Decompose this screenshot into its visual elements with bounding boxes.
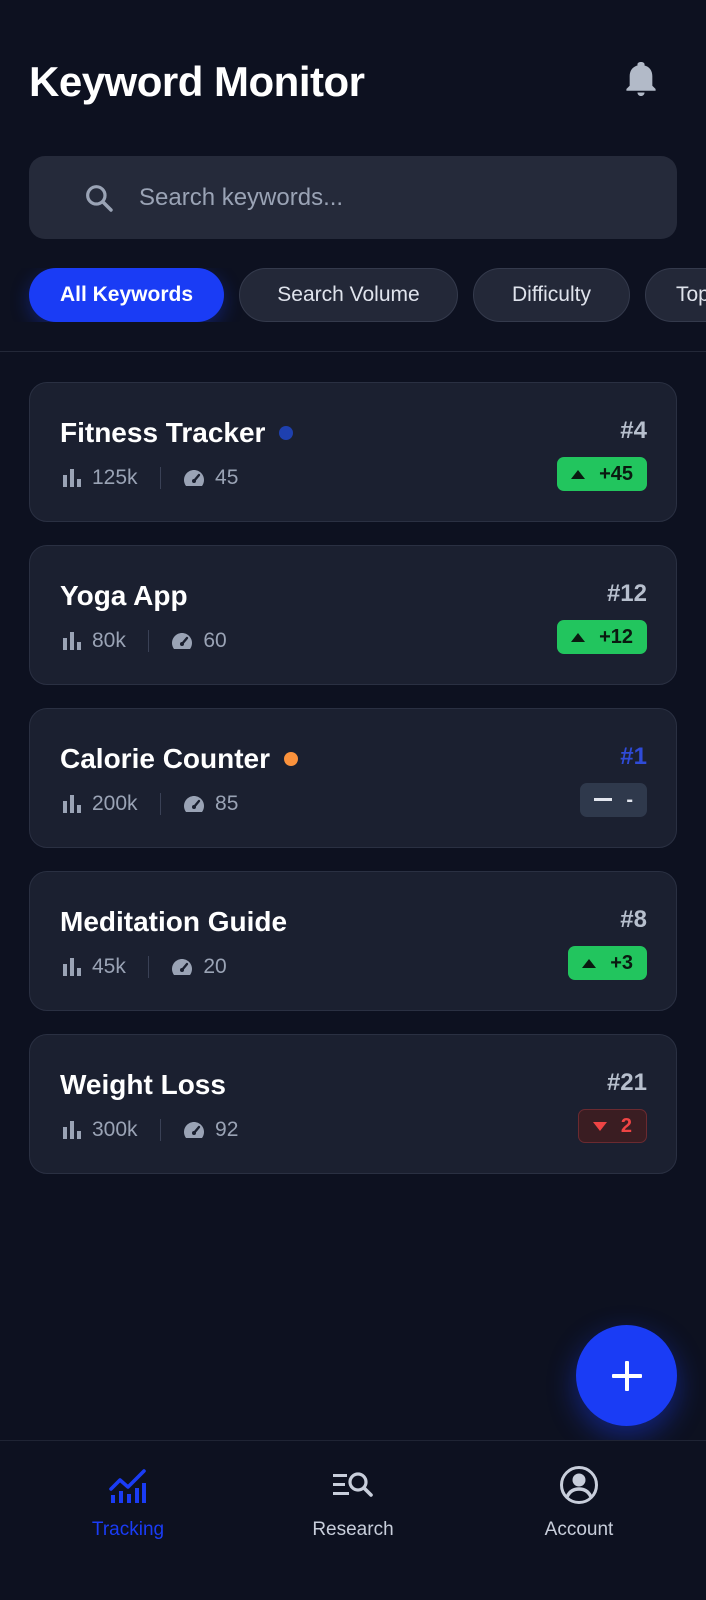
page-title: Keyword Monitor — [29, 58, 365, 105]
app-root: Keyword Monitor All Keywords Search Volu… — [0, 0, 706, 1600]
filter-chip-difficulty[interactable]: Difficulty — [473, 268, 630, 322]
plus-icon — [611, 1360, 642, 1391]
keyword-name: Weight Loss — [60, 1069, 226, 1101]
rank-change-value: - — [626, 788, 633, 811]
notification-button[interactable] — [620, 58, 662, 100]
rank-change-value: 2 — [620, 1114, 632, 1137]
list-search-icon — [333, 1472, 373, 1497]
difficulty-score: 20 — [203, 955, 227, 978]
filter-chips: All Keywords Search Volume Difficulty To… — [0, 268, 706, 322]
bottom-nav: Tracking Research Account — [0, 1440, 706, 1600]
keyword-name-text: Yoga App — [60, 580, 188, 611]
filter-chip-top[interactable]: Top — [645, 268, 706, 322]
search-volume: 80k — [92, 629, 126, 652]
speedometer-icon — [184, 796, 205, 812]
meta-separator — [159, 793, 162, 815]
bar-chart-icon — [63, 1121, 81, 1139]
difficulty-score: 92 — [215, 1118, 239, 1141]
nav-tab-tracking[interactable]: Tracking — [28, 1463, 228, 1563]
difficulty-score: 60 — [203, 629, 227, 652]
chart-line-icon — [109, 1469, 146, 1503]
keyword-name: Meditation Guide — [60, 906, 287, 938]
search-icon — [86, 185, 113, 212]
speedometer-icon — [184, 470, 205, 486]
bar-chart-icon — [63, 632, 81, 650]
search-bar[interactable] — [29, 156, 677, 239]
keyword-meta: 80k 60 — [62, 626, 227, 656]
keyword-name-text: Calorie Counter — [60, 743, 271, 774]
rank-position: #8 — [620, 906, 647, 933]
rank-change-badge: +45 — [557, 457, 647, 491]
keyword-name: Calorie Counter — [60, 743, 299, 775]
add-keyword-button[interactable] — [576, 1325, 677, 1426]
caret-down-icon — [592, 1121, 607, 1131]
speedometer-icon — [184, 1122, 205, 1138]
rank-position: #12 — [606, 580, 647, 607]
keyword-card[interactable]: Calorie Counter 200k 85 #1 - — [29, 708, 677, 848]
keyword-card[interactable]: Weight Loss 300k 92 #21 2 — [29, 1034, 677, 1174]
rank-change-badge: - — [580, 783, 647, 817]
keyword-name-text: Meditation Guide — [60, 906, 288, 937]
keyword-name: Fitness Tracker — [60, 417, 294, 449]
keyword-meta: 300k 92 — [62, 1115, 238, 1145]
search-volume: 125k — [92, 466, 138, 489]
filter-chip-search-volume[interactable]: Search Volume — [239, 268, 458, 322]
search-volume: 45k — [92, 955, 126, 978]
nav-label: Research — [312, 1519, 394, 1540]
rank-change-value: +3 — [610, 951, 633, 974]
filter-chip-all-keywords[interactable]: All Keywords — [29, 268, 224, 322]
keyword-card[interactable]: Fitness Tracker 125k 45 #4 +45 — [29, 382, 677, 522]
caret-up-icon — [571, 632, 586, 642]
search-volume: 200k — [92, 792, 138, 815]
rank-change-badge: 2 — [577, 1109, 647, 1143]
meta-separator — [159, 1119, 162, 1141]
rank-position: #4 — [620, 417, 647, 444]
meta-separator — [147, 630, 150, 652]
search-input[interactable] — [139, 156, 659, 239]
rank-position: #21 — [606, 1069, 647, 1096]
rank-change-badge: +12 — [557, 620, 647, 654]
keyword-name-text: Weight Loss — [60, 1069, 226, 1100]
keyword-name: Yoga App — [60, 580, 188, 612]
bar-chart-icon — [63, 958, 81, 976]
status-dot — [279, 426, 294, 440]
keyword-meta: 200k 85 — [62, 789, 238, 819]
nav-tab-research[interactable]: Research — [253, 1463, 453, 1563]
nav-label: Account — [544, 1519, 614, 1540]
bar-chart-icon — [63, 795, 81, 813]
keyword-meta: 125k 45 — [62, 463, 238, 493]
search-volume: 300k — [92, 1118, 138, 1141]
dash-icon — [594, 798, 613, 801]
meta-separator — [159, 467, 162, 489]
meta-separator — [147, 956, 150, 978]
header: Keyword Monitor — [0, 0, 706, 150]
difficulty-score: 45 — [215, 466, 239, 489]
keyword-card[interactable]: Yoga App 80k 60 #12 +12 — [29, 545, 677, 685]
keyword-meta: 45k 20 — [62, 952, 227, 982]
difficulty-score: 85 — [215, 792, 239, 815]
keyword-name-text: Fitness Tracker — [60, 417, 266, 448]
nav-label: Tracking — [91, 1519, 165, 1540]
bar-chart-icon — [63, 469, 81, 487]
caret-up-icon — [571, 469, 586, 479]
status-dot — [284, 752, 299, 766]
nav-tab-account[interactable]: Account — [479, 1463, 679, 1563]
rank-change-value: +45 — [599, 462, 633, 485]
caret-up-icon — [582, 958, 597, 968]
speedometer-icon — [172, 959, 193, 975]
rank-change-value: +12 — [599, 625, 633, 648]
keyword-card[interactable]: Meditation Guide 45k 20 #8 +3 — [29, 871, 677, 1011]
bell-icon — [626, 62, 656, 96]
account-circle-icon — [560, 1466, 598, 1504]
speedometer-icon — [172, 633, 193, 649]
rank-position: #1 — [620, 743, 647, 770]
rank-change-badge: +3 — [568, 946, 647, 980]
divider — [0, 351, 706, 352]
